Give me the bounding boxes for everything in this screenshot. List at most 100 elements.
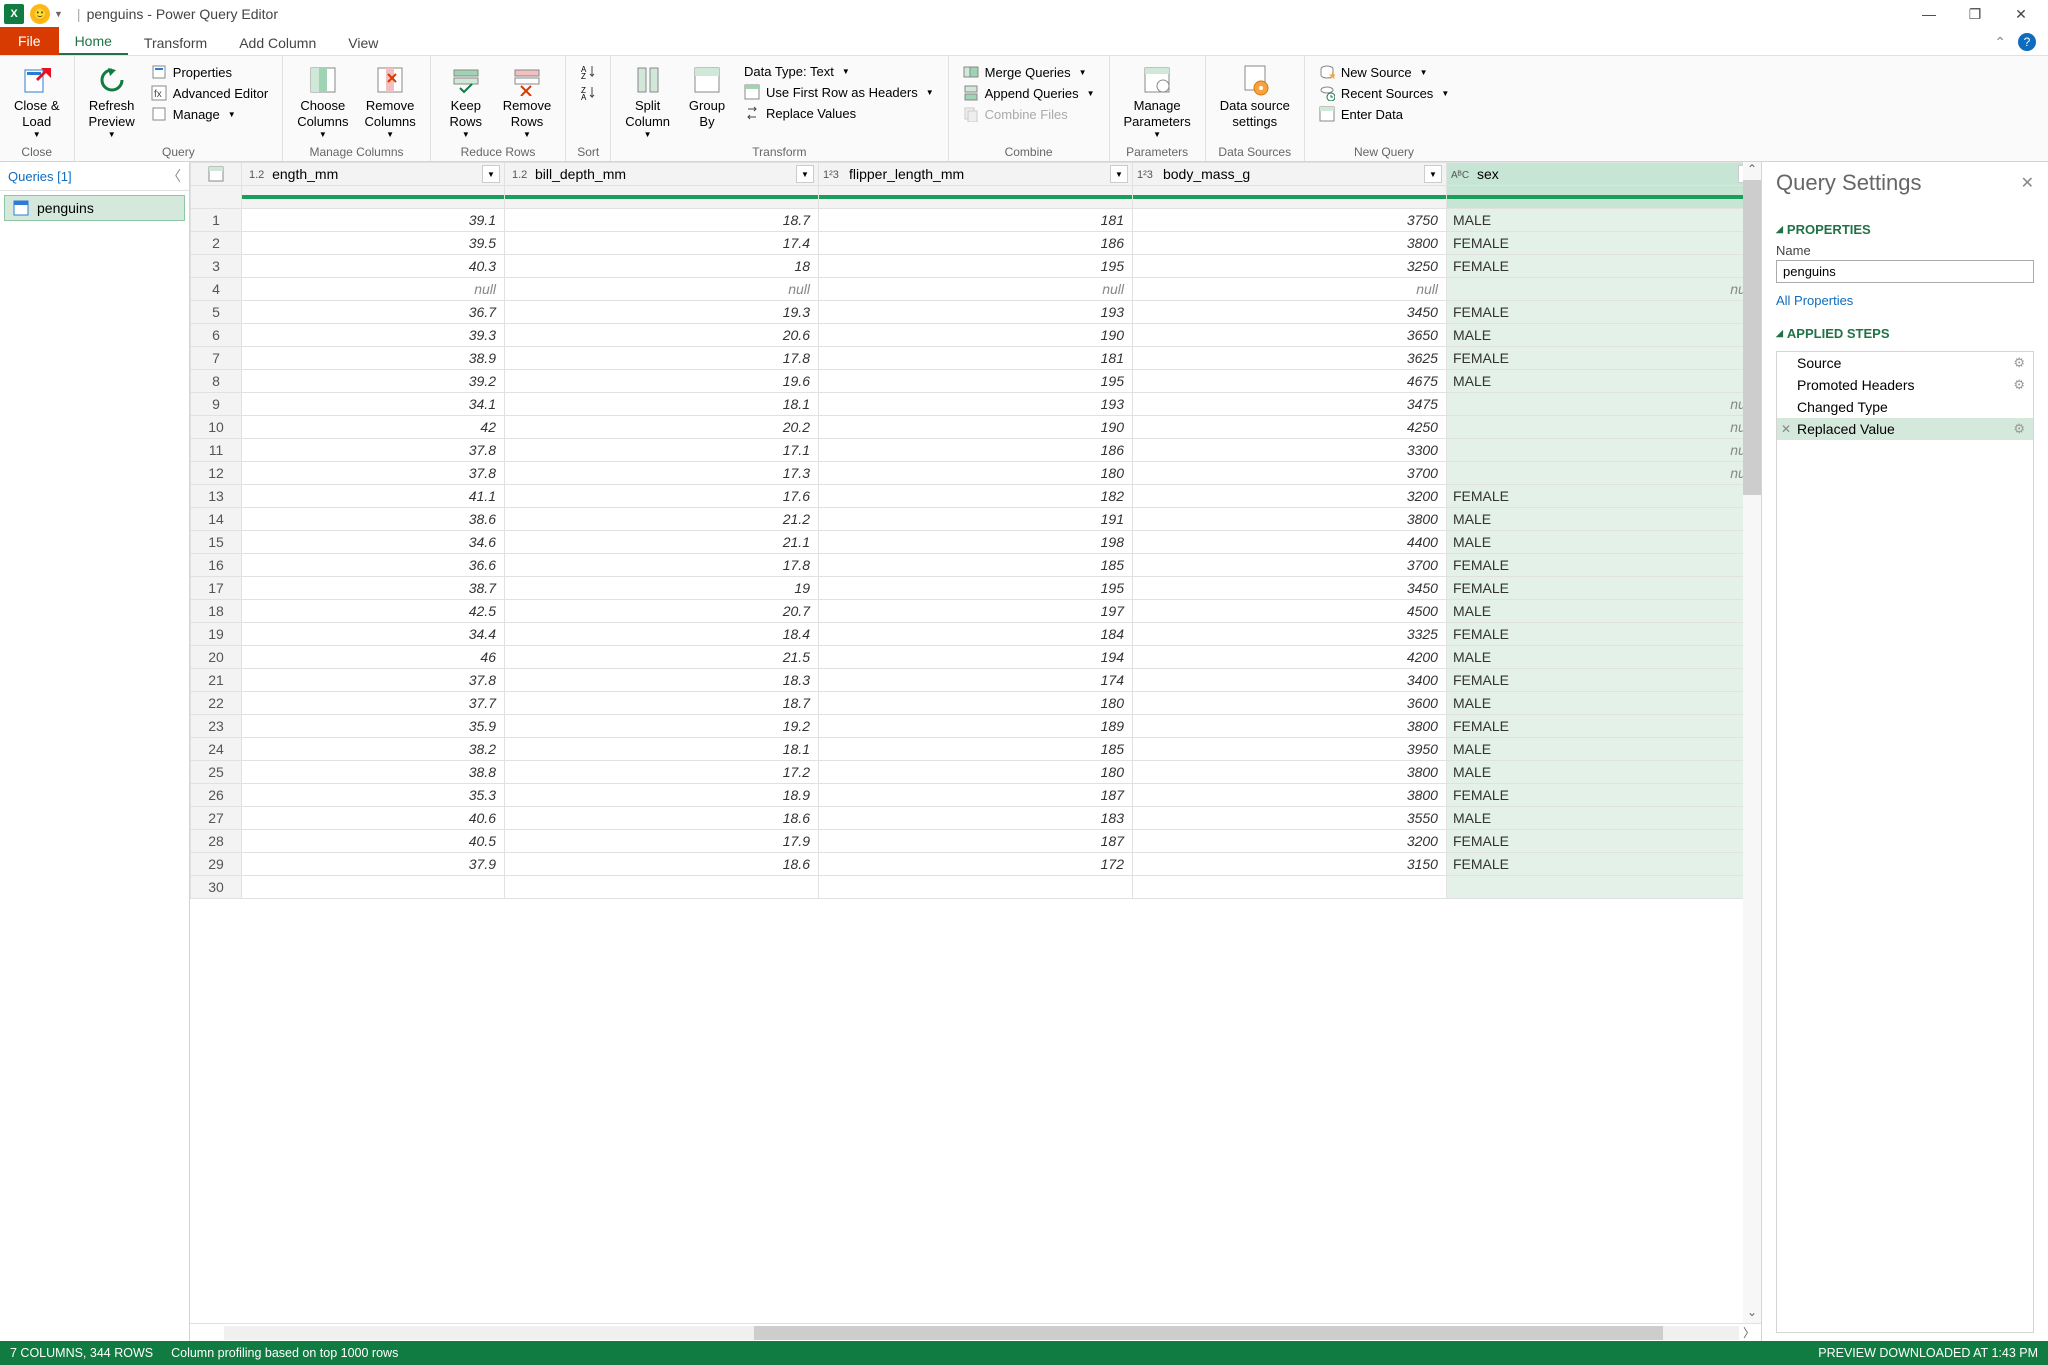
cell[interactable]: 37.8	[242, 669, 505, 692]
column-header-sex[interactable]: AᴮCsex▼	[1446, 163, 1760, 186]
manage-parameters-button[interactable]: Manage Parameters▼	[1118, 62, 1197, 141]
cell[interactable]: 40.3	[242, 255, 505, 278]
cell[interactable]: 185	[818, 554, 1132, 577]
cell[interactable]: 18.7	[504, 692, 818, 715]
cell[interactable]: 195	[818, 255, 1132, 278]
table-row[interactable]: 1237.817.31803700null	[191, 462, 1761, 485]
merge-queries-button[interactable]: Merge Queries▼	[957, 62, 1101, 82]
row-number[interactable]: 28	[191, 830, 242, 853]
close-window-button[interactable]: ✕	[1998, 0, 2044, 28]
cell[interactable]: 3800	[1132, 715, 1446, 738]
filter-dropdown-icon[interactable]: ▼	[482, 165, 500, 183]
table-row[interactable]: 1438.621.21913800MALE	[191, 508, 1761, 531]
cell[interactable]: 38.6	[242, 508, 505, 531]
cell[interactable]: 40.6	[242, 807, 505, 830]
gear-icon[interactable]: ⚙	[2013, 421, 2025, 437]
cell[interactable]: 180	[818, 761, 1132, 784]
group-by-button[interactable]: Group By	[680, 62, 734, 131]
cell[interactable]: 34.4	[242, 623, 505, 646]
cell[interactable]: FEMALE	[1446, 853, 1760, 876]
type-icon[interactable]: 1²3	[823, 163, 845, 185]
hscroll-thumb[interactable]	[754, 1326, 1663, 1340]
cell[interactable]: MALE	[1446, 600, 1760, 623]
cell[interactable]: 18.1	[504, 738, 818, 761]
cell[interactable]: 186	[818, 439, 1132, 462]
cell[interactable]: 18.6	[504, 853, 818, 876]
table-row[interactable]: 4nullnullnullnullnull	[191, 278, 1761, 301]
cell[interactable]: 198	[818, 531, 1132, 554]
row-number[interactable]: 4	[191, 278, 242, 301]
cell[interactable]: 37.9	[242, 853, 505, 876]
split-column-button[interactable]: Split Column▼	[619, 62, 676, 141]
cell[interactable]: FEMALE	[1446, 623, 1760, 646]
table-row[interactable]: 204621.51944200MALE	[191, 646, 1761, 669]
choose-columns-button[interactable]: Choose Columns▼	[291, 62, 354, 141]
cell[interactable]: 3150	[1132, 853, 1446, 876]
row-number[interactable]: 27	[191, 807, 242, 830]
replace-values-button[interactable]: Replace Values	[738, 103, 940, 123]
cell[interactable]: 19.3	[504, 301, 818, 324]
table-row[interactable]: 30	[191, 876, 1761, 899]
recent-sources-button[interactable]: Recent Sources▼	[1313, 83, 1455, 103]
collapse-queries-icon[interactable]: 〈	[167, 166, 181, 186]
row-number[interactable]: 14	[191, 508, 242, 531]
cell[interactable]: FEMALE	[1446, 232, 1760, 255]
cell[interactable]: 35.9	[242, 715, 505, 738]
row-number[interactable]: 23	[191, 715, 242, 738]
cell[interactable]: null	[1446, 393, 1760, 416]
cell[interactable]: 19.2	[504, 715, 818, 738]
cell[interactable]: 37.7	[242, 692, 505, 715]
scroll-left-icon[interactable]: 〈	[190, 1324, 220, 1341]
cell[interactable]: 35.3	[242, 784, 505, 807]
cell[interactable]: 195	[818, 370, 1132, 393]
all-properties-link[interactable]: All Properties	[1776, 293, 2034, 308]
cell[interactable]: 3550	[1132, 807, 1446, 830]
cell[interactable]: FEMALE	[1446, 347, 1760, 370]
manage-button[interactable]: Manage▼	[145, 104, 274, 124]
advanced-editor-button[interactable]: fx Advanced Editor	[145, 83, 274, 103]
cell[interactable]: 4200	[1132, 646, 1446, 669]
cell[interactable]: null	[1446, 416, 1760, 439]
scroll-right-icon[interactable]: 〉	[1743, 1324, 1761, 1341]
row-number[interactable]: 21	[191, 669, 242, 692]
cell[interactable]: 3750	[1132, 209, 1446, 232]
scroll-down-icon[interactable]: ⌄	[1743, 1305, 1761, 1323]
cell[interactable]: 39.2	[242, 370, 505, 393]
cell[interactable]: 3650	[1132, 324, 1446, 347]
cell[interactable]: 3250	[1132, 255, 1446, 278]
delete-step-icon[interactable]: ✕	[1781, 422, 1791, 436]
cell[interactable]: 20.7	[504, 600, 818, 623]
cell[interactable]: 4500	[1132, 600, 1446, 623]
cell[interactable]: 181	[818, 209, 1132, 232]
cell[interactable]: 20.2	[504, 416, 818, 439]
table-row[interactable]: 1341.117.61823200FEMALE	[191, 485, 1761, 508]
row-number[interactable]: 7	[191, 347, 242, 370]
cell[interactable]: 3325	[1132, 623, 1446, 646]
cell[interactable]: 39.3	[242, 324, 505, 347]
data-type-button[interactable]: Data Type: Text▼	[738, 62, 940, 81]
cell[interactable]: 3625	[1132, 347, 1446, 370]
query-name-input[interactable]	[1776, 260, 2034, 283]
filter-dropdown-icon[interactable]: ▼	[796, 165, 814, 183]
cell[interactable]: 180	[818, 462, 1132, 485]
table-row[interactable]: 1636.617.81853700FEMALE	[191, 554, 1761, 577]
cell[interactable]: 18.3	[504, 669, 818, 692]
cell[interactable]: 184	[818, 623, 1132, 646]
cell[interactable]: FEMALE	[1446, 715, 1760, 738]
cell[interactable]: 18	[504, 255, 818, 278]
cell[interactable]: 39.5	[242, 232, 505, 255]
cell[interactable]: MALE	[1446, 324, 1760, 347]
type-icon[interactable]: 1.2	[246, 163, 268, 185]
scroll-up-icon[interactable]: ⌃	[1743, 162, 1761, 180]
cell[interactable]: 17.4	[504, 232, 818, 255]
table-row[interactable]: 934.118.11933475null	[191, 393, 1761, 416]
filter-dropdown-icon[interactable]: ▼	[1424, 165, 1442, 183]
row-number[interactable]: 3	[191, 255, 242, 278]
cell[interactable]: 193	[818, 301, 1132, 324]
row-number[interactable]: 1	[191, 209, 242, 232]
sort-desc-button[interactable]: ZA	[574, 83, 602, 103]
row-number[interactable]: 26	[191, 784, 242, 807]
column-header-flipper_length_mm[interactable]: 1²3flipper_length_mm▼	[818, 163, 1132, 186]
tab-view[interactable]: View	[332, 31, 394, 55]
table-row[interactable]: 839.219.61954675MALE	[191, 370, 1761, 393]
